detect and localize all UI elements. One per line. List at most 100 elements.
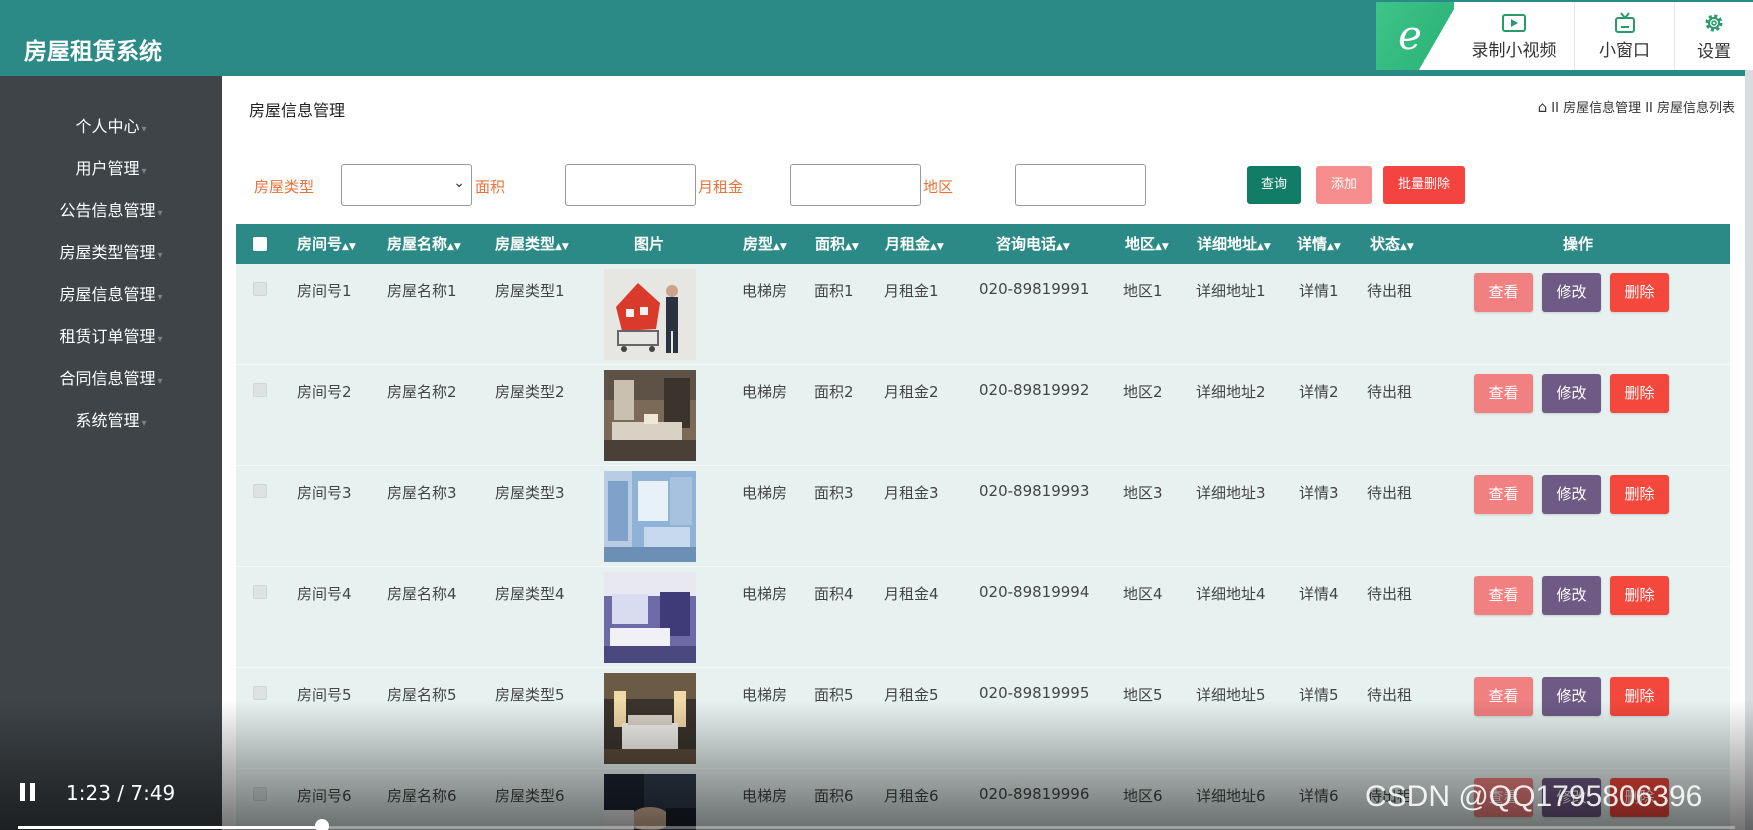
- sidebar-item[interactable]: 房屋信息管理 ▾: [0, 274, 222, 316]
- cell-detail: 详情2: [1299, 383, 1339, 401]
- header-name[interactable]: 房屋名称▲▼: [387, 224, 461, 264]
- sidebar-item[interactable]: 房屋类型管理 ▾: [0, 232, 222, 274]
- edit-button[interactable]: 修改: [1542, 475, 1601, 514]
- sort-icon: ▲▼: [845, 242, 859, 252]
- cell-address: 详细地址2: [1196, 383, 1266, 401]
- sidebar-item[interactable]: 用户管理 ▾: [0, 148, 222, 190]
- table-row: 房间号4 房屋名称4 房屋类型4 电梯房 面积4 月租金4 020-89819994 地区4 详…: [236, 567, 1730, 668]
- caret-down-icon: ▾: [157, 376, 163, 387]
- row-checkbox[interactable]: [253, 383, 267, 397]
- cell-address: 详细地址4: [1196, 585, 1266, 603]
- batch-delete-button[interactable]: 批量删除: [1383, 166, 1465, 204]
- cell-area: 面积4: [814, 585, 854, 603]
- view-button[interactable]: 查看: [1474, 475, 1533, 514]
- view-button[interactable]: 查看: [1474, 273, 1533, 312]
- header-type[interactable]: 房屋类型▲▼: [495, 224, 569, 264]
- cell-type: 房屋类型1: [495, 282, 565, 300]
- sidebar-item-label: 房屋类型管理: [59, 243, 156, 262]
- sidebar-item[interactable]: 租赁订单管理 ▾: [0, 316, 222, 358]
- sort-icon: ▲▼: [1327, 242, 1341, 252]
- cell-name: 房屋名称2: [387, 383, 457, 401]
- filter-buttons: 查询 添加 批量删除: [222, 164, 1745, 206]
- cell-room-no: 房间号2: [297, 383, 352, 401]
- header-area[interactable]: 面积▲▼: [815, 224, 859, 264]
- sidebar-item-label: 公告信息管理: [59, 201, 156, 220]
- cell-rent: 月租金2: [884, 383, 939, 401]
- cell-type: 房屋类型3: [495, 484, 565, 502]
- cell-name: 房屋名称1: [387, 282, 457, 300]
- sidebar-item[interactable]: 系统管理 ▾: [0, 400, 222, 442]
- header-rent[interactable]: 月租金▲▼: [885, 224, 944, 264]
- view-button[interactable]: 查看: [1474, 576, 1533, 615]
- header-image: 图片: [634, 235, 665, 253]
- delete-button[interactable]: 删除: [1610, 374, 1669, 413]
- caret-down-icon: ▾: [141, 166, 147, 177]
- cell-layout: 电梯房: [742, 484, 788, 502]
- cell-status: 待出租: [1367, 484, 1413, 502]
- table-row: 房间号1 房屋名称1 房屋类型1 电梯房 面积1 月租金1 020-89819991 地区1 详…: [236, 264, 1730, 365]
- edit-button[interactable]: 修改: [1542, 273, 1601, 312]
- house-image: [604, 471, 696, 562]
- breadcrumb-text[interactable]: II 房屋信息管理 II 房屋信息列表: [1551, 101, 1735, 116]
- top-header: 房屋租赁系统 e 录制小视频 小窗口 设置: [0, 0, 1753, 76]
- view-button[interactable]: 查看: [1474, 374, 1533, 413]
- row-checkbox[interactable]: [253, 585, 267, 599]
- header-actions: 操作: [1563, 235, 1594, 253]
- page-title: 房屋信息管理: [249, 101, 346, 120]
- delete-button[interactable]: 删除: [1610, 475, 1669, 514]
- cell-room-no: 房间号1: [297, 282, 352, 300]
- cell-area: 面积1: [814, 282, 854, 300]
- header-detail[interactable]: 详情▲▼: [1297, 224, 1341, 264]
- header-room-no[interactable]: 房间号▲▼: [297, 224, 356, 264]
- header-address[interactable]: 详细地址▲▼: [1197, 224, 1271, 264]
- settings-button[interactable]: 设置: [1674, 2, 1753, 70]
- row-checkbox[interactable]: [253, 484, 267, 498]
- table-header: 房间号▲▼ 房屋名称▲▼ 房屋类型▲▼ 图片 房型▲▼ 面积▲▼ 月租金▲▼ 咨…: [236, 224, 1730, 264]
- caret-down-icon: ▾: [157, 208, 163, 219]
- breadcrumb: ⌂ II 房屋信息管理 II 房屋信息列表: [1538, 97, 1735, 116]
- cell-status: 待出租: [1367, 282, 1413, 300]
- edit-button[interactable]: 修改: [1542, 576, 1601, 615]
- row-checkbox[interactable]: [253, 282, 267, 296]
- video-progress-bar[interactable]: [18, 819, 1735, 830]
- cell-type: 房屋类型4: [495, 585, 565, 603]
- cell-rent: 月租金4: [884, 585, 939, 603]
- select-all-checkbox[interactable]: [253, 237, 267, 251]
- header-status[interactable]: 状态▲▼: [1370, 224, 1414, 264]
- sort-icon: ▲▼: [1400, 242, 1414, 252]
- sort-icon: ▲▼: [447, 242, 461, 252]
- cell-layout: 电梯房: [742, 282, 788, 300]
- cell-region: 地区2: [1123, 383, 1163, 401]
- cell-layout: 电梯房: [742, 585, 788, 603]
- video-progress-fill: [18, 826, 322, 829]
- delete-button[interactable]: 删除: [1610, 576, 1669, 615]
- header-layout[interactable]: 房型▲▼: [743, 224, 787, 264]
- pause-icon[interactable]: [20, 783, 38, 801]
- cell-area: 面积3: [814, 484, 854, 502]
- cell-name: 房屋名称3: [387, 484, 457, 502]
- record-video-button[interactable]: 录制小视频: [1454, 2, 1574, 70]
- row-checkbox[interactable]: [253, 686, 267, 700]
- cell-phone: 020-89819991: [979, 280, 1090, 298]
- sidebar-item[interactable]: 合同信息管理 ▾: [0, 358, 222, 400]
- video-progress-knob[interactable]: [314, 819, 329, 830]
- add-button[interactable]: 添加: [1316, 166, 1372, 204]
- cell-phone: 020-89819992: [979, 381, 1090, 399]
- caret-down-icon: ▾: [157, 250, 163, 261]
- home-icon[interactable]: ⌂: [1538, 98, 1548, 116]
- sort-icon: ▲▼: [1155, 242, 1169, 252]
- sidebar-item-label: 房屋信息管理: [59, 285, 156, 304]
- mini-window-button[interactable]: 小窗口: [1574, 2, 1674, 70]
- header-phone[interactable]: 咨询电话▲▼: [996, 224, 1070, 264]
- cell-room-no: 房间号3: [297, 484, 352, 502]
- app-title: 房屋租赁系统: [24, 39, 162, 65]
- edit-button[interactable]: 修改: [1542, 374, 1601, 413]
- query-button[interactable]: 查询: [1247, 166, 1301, 204]
- delete-button[interactable]: 删除: [1610, 273, 1669, 312]
- sidebar-item[interactable]: 公告信息管理 ▾: [0, 190, 222, 232]
- sidebar-item[interactable]: 个人中心 ▾: [0, 106, 222, 148]
- house-image: [604, 572, 696, 663]
- caret-down-icon: ▾: [157, 334, 163, 345]
- header-region[interactable]: 地区▲▼: [1125, 224, 1169, 264]
- cell-layout: 电梯房: [742, 383, 788, 401]
